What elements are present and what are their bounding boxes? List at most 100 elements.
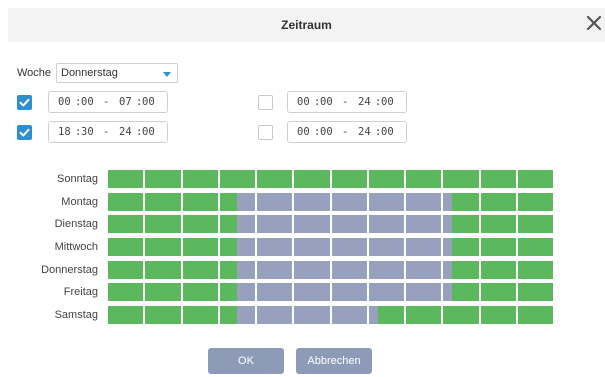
schedule-cell[interactable] (108, 306, 144, 325)
schedule-cell-inactive[interactable] (443, 260, 453, 279)
schedule-cell[interactable] (406, 306, 442, 325)
schedule-cell[interactable] (480, 170, 516, 188)
schedule-cell-inactive[interactable] (237, 215, 255, 234)
schedule-cell[interactable] (108, 170, 144, 188)
schedule-cell-inactive[interactable] (257, 215, 293, 234)
schedule-cell-inactive[interactable] (368, 283, 404, 302)
schedule-cell-inactive[interactable] (406, 192, 442, 211)
schedule-cell[interactable] (517, 170, 553, 188)
schedule-cell-inactive[interactable] (294, 306, 330, 325)
end-minute: 00 (381, 126, 394, 138)
schedule-cell[interactable] (145, 260, 181, 279)
schedule-cell-inactive[interactable] (368, 215, 404, 234)
schedule-cell-inactive[interactable] (237, 283, 255, 302)
schedule-cell[interactable] (480, 215, 516, 234)
schedule-cell-inactive[interactable] (406, 283, 442, 302)
schedule-cell[interactable] (145, 170, 181, 188)
schedule-cell-inactive[interactable] (406, 238, 442, 256)
schedule-cell[interactable] (182, 192, 218, 211)
range-1-time-input[interactable]: 00:00-07:00 (48, 91, 168, 113)
schedule-cell-inactive[interactable] (331, 283, 367, 302)
schedule-cell[interactable] (182, 170, 218, 188)
schedule-cell[interactable] (108, 238, 144, 256)
schedule-cell[interactable] (480, 260, 516, 279)
schedule-cell-inactive[interactable] (294, 260, 330, 279)
schedule-cell[interactable] (145, 192, 181, 211)
schedule-cell[interactable] (443, 306, 479, 325)
schedule-cell[interactable] (182, 306, 218, 325)
schedule-cell[interactable] (145, 215, 181, 234)
schedule-cell[interactable] (108, 192, 144, 211)
schedule-cell-inactive[interactable] (331, 192, 367, 211)
schedule-cell[interactable] (182, 238, 218, 256)
schedule-cell[interactable] (145, 283, 181, 302)
schedule-cell-inactive[interactable] (237, 238, 255, 256)
schedule-grid[interactable] (108, 170, 553, 325)
schedule-cell-inactive[interactable] (368, 238, 404, 256)
schedule-cell-inactive[interactable] (443, 215, 453, 234)
schedule-cell[interactable] (182, 215, 218, 234)
ok-button[interactable]: OK (208, 348, 284, 374)
schedule-cell[interactable] (294, 170, 330, 188)
schedule-cell-inactive[interactable] (257, 192, 293, 211)
schedule-cell[interactable] (480, 192, 516, 211)
schedule-cell[interactable] (257, 170, 293, 188)
close-icon[interactable] (585, 14, 603, 32)
schedule-cell-inactive[interactable] (237, 306, 255, 325)
schedule-cell-inactive[interactable] (294, 215, 330, 234)
schedule-cell-inactive[interactable] (443, 192, 453, 211)
schedule-cell[interactable] (108, 215, 144, 234)
schedule-cell-inactive[interactable] (237, 192, 255, 211)
schedule-cell-inactive[interactable] (331, 260, 367, 279)
schedule-cell-inactive[interactable] (257, 283, 293, 302)
schedule-cell[interactable] (108, 260, 144, 279)
week-select[interactable]: Donnerstag (56, 63, 178, 83)
schedule-cell[interactable] (517, 238, 553, 256)
schedule-cell[interactable] (517, 260, 553, 279)
range-3-time-input[interactable]: 18:30-24:00 (48, 121, 168, 143)
schedule-cell-inactive[interactable] (257, 260, 293, 279)
range-2-checkbox[interactable] (258, 95, 273, 110)
schedule-cell[interactable] (517, 215, 553, 234)
schedule-cell-inactive[interactable] (368, 260, 404, 279)
schedule-cell-inactive[interactable] (331, 306, 367, 325)
start-hour: 00 (58, 96, 71, 108)
schedule-cell[interactable] (108, 283, 144, 302)
schedule-cell[interactable] (480, 306, 516, 325)
schedule-cell[interactable] (331, 170, 367, 188)
range-2-time-input[interactable]: 00:00-24:00 (287, 91, 407, 113)
schedule-cell-inactive[interactable] (257, 306, 293, 325)
schedule-cell[interactable] (182, 283, 218, 302)
range-1-checkbox[interactable] (17, 95, 32, 110)
schedule-cell-inactive[interactable] (406, 260, 442, 279)
range-3-checkbox[interactable] (17, 125, 32, 140)
schedule-cell-inactive[interactable] (294, 192, 330, 211)
range-4-time-input[interactable]: 00:00-24:00 (287, 121, 407, 143)
schedule-cell[interactable] (368, 170, 404, 188)
day-label: Freitag (63, 286, 98, 299)
schedule-cell[interactable] (517, 192, 553, 211)
schedule-cell-inactive[interactable] (331, 215, 367, 234)
schedule-cell[interactable] (182, 260, 218, 279)
schedule-cell[interactable] (443, 170, 479, 188)
schedule-cell-inactive[interactable] (257, 238, 293, 256)
schedule-cell-inactive[interactable] (406, 215, 442, 234)
schedule-cell[interactable] (480, 238, 516, 256)
schedule-cell-inactive[interactable] (331, 238, 367, 256)
schedule-cell-inactive[interactable] (368, 306, 378, 325)
schedule-cell[interactable] (480, 283, 516, 302)
schedule-cell-inactive[interactable] (237, 260, 255, 279)
schedule-cell[interactable] (145, 238, 181, 256)
range-4-checkbox[interactable] (258, 125, 273, 140)
schedule-cell-inactive[interactable] (368, 192, 404, 211)
schedule-cell-inactive[interactable] (294, 283, 330, 302)
schedule-cell[interactable] (219, 170, 255, 188)
schedule-cell[interactable] (406, 170, 442, 188)
schedule-cell-inactive[interactable] (443, 238, 453, 256)
schedule-cell[interactable] (517, 306, 553, 325)
schedule-cell[interactable] (145, 306, 181, 325)
schedule-cell[interactable] (517, 283, 553, 302)
cancel-button[interactable]: Abbrechen (296, 348, 372, 374)
schedule-cell-inactive[interactable] (294, 238, 330, 256)
schedule-cell-inactive[interactable] (443, 283, 453, 302)
